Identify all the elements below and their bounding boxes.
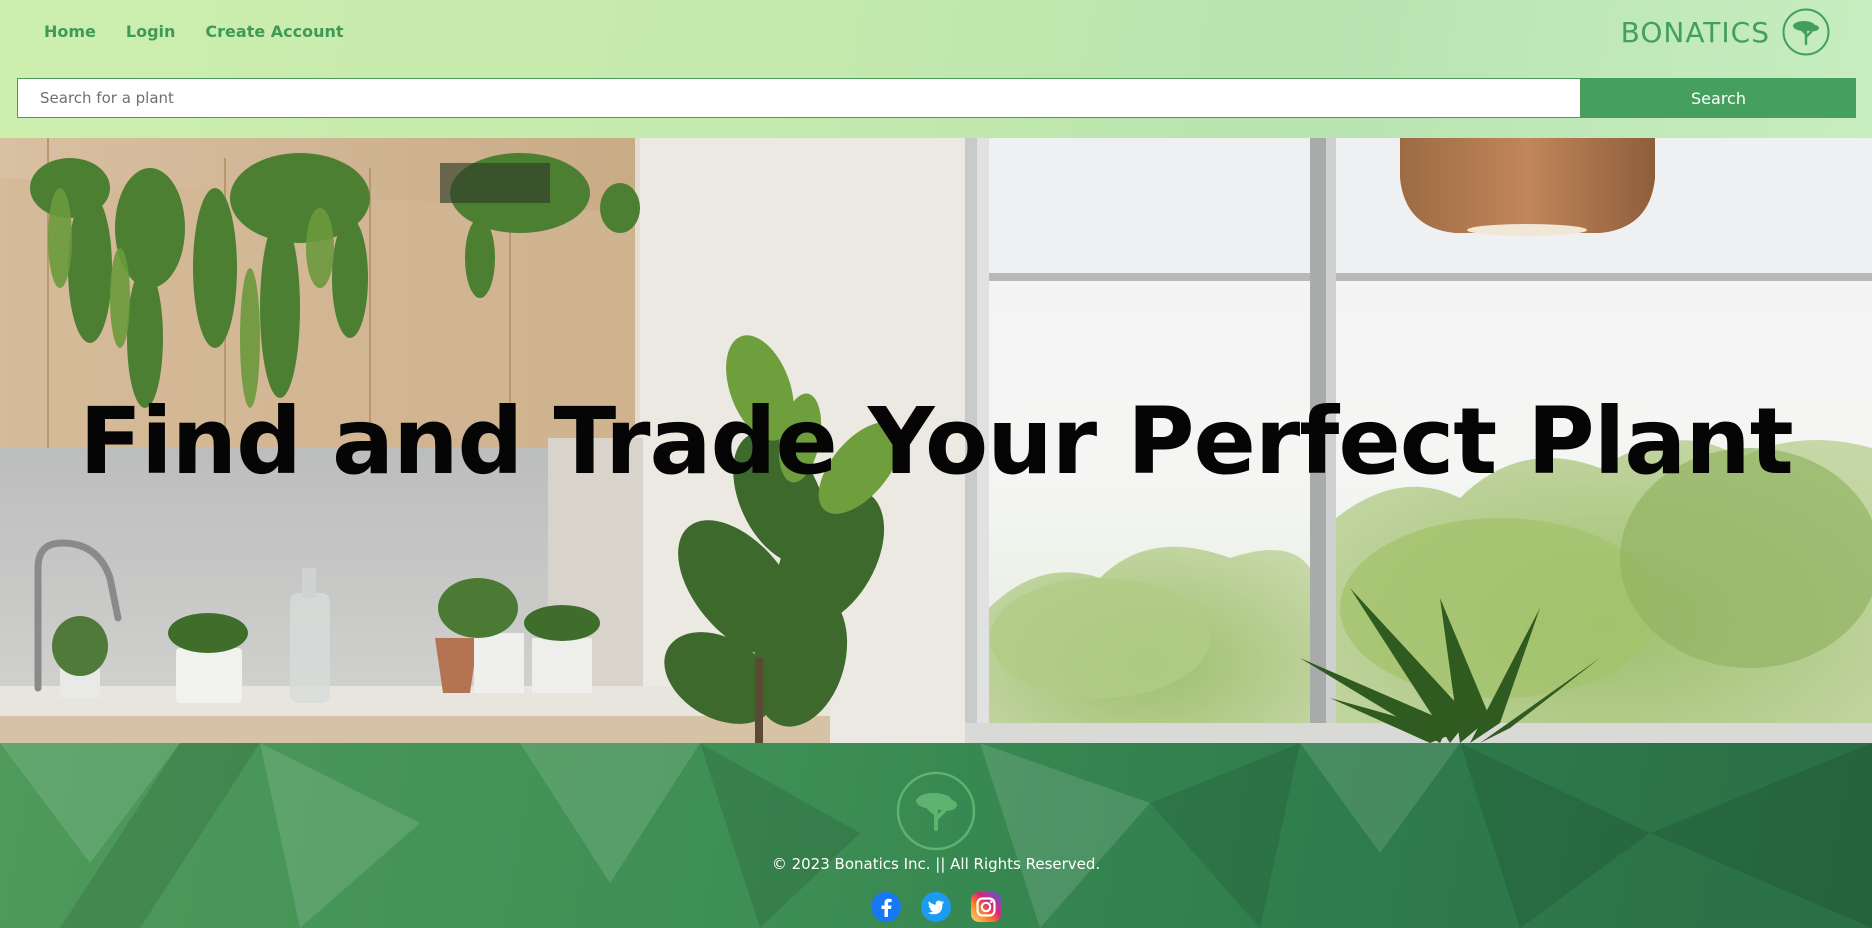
brand-name: BONATICS <box>1620 15 1770 49</box>
tree-logo-icon <box>1782 8 1830 56</box>
tree-logo-icon[interactable] <box>896 771 976 851</box>
nav-login-link[interactable]: Login <box>126 22 176 41</box>
instagram-icon[interactable] <box>970 891 1002 923</box>
search-bar: Search <box>17 78 1856 118</box>
facebook-icon[interactable] <box>870 891 902 923</box>
main-nav: Home Login Create Account <box>44 22 344 41</box>
social-links <box>870 891 1002 923</box>
nav-create-account-link[interactable]: Create Account <box>205 22 343 41</box>
search-button[interactable]: Search <box>1581 78 1856 118</box>
twitter-icon[interactable] <box>920 891 952 923</box>
copyright-text: © 2023 Bonatics Inc. || All Rights Reser… <box>771 855 1101 873</box>
site-footer: © 2023 Bonatics Inc. || All Rights Reser… <box>0 743 1872 928</box>
search-input[interactable] <box>17 78 1581 118</box>
hero-title: Find and Trade Your Perfect Plant <box>79 388 1794 495</box>
site-header: Home Login Create Account BONATICS Searc… <box>0 0 1872 138</box>
nav-home-link[interactable]: Home <box>44 22 96 41</box>
brand[interactable]: BONATICS <box>1621 8 1830 56</box>
hero-banner: Find and Trade Your Perfect Plant <box>0 138 1872 743</box>
